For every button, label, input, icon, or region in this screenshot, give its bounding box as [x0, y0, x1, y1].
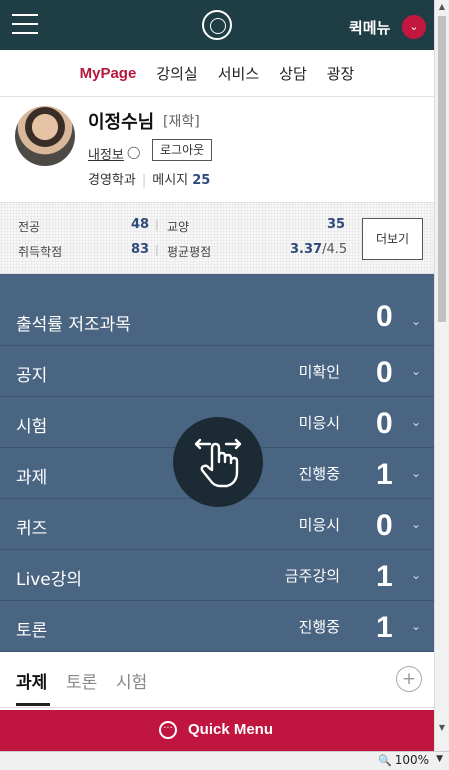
nav-item-services[interactable]: 서비스 — [218, 63, 259, 84]
scrollbar-thumb[interactable] — [438, 16, 446, 322]
my-info-link[interactable]: 내정보 — [88, 144, 124, 163]
stat-label: 과제 — [16, 468, 48, 488]
liberal-label: 교양 — [167, 220, 190, 234]
stat-count: 1 — [376, 611, 393, 644]
stat-count: 1 — [376, 458, 393, 491]
person-icon: ◯ — [127, 145, 141, 159]
logout-button[interactable]: 로그아웃 — [152, 139, 213, 161]
nav-item-mypage[interactable]: MyPage — [80, 65, 137, 82]
university-logo-icon[interactable] — [202, 10, 232, 40]
chevron-down-icon: ⌄ — [411, 364, 422, 378]
stat-label: 시험 — [16, 417, 48, 437]
tab-exam[interactable]: 시험 — [116, 668, 147, 693]
message-label[interactable]: 메시지 — [152, 173, 188, 188]
stat-status: 미응시 — [298, 516, 340, 534]
tab-discussion[interactable]: 토론 — [66, 668, 97, 693]
vertical-scrollbar[interactable]: ▲ ▼ — [434, 0, 449, 751]
nav-item-plaza[interactable]: 광장 — [327, 63, 355, 84]
hamburger-menu-icon[interactable] — [12, 14, 38, 34]
chevron-down-icon: ⌄ — [411, 619, 422, 633]
swipe-hand-icon — [173, 417, 263, 507]
stat-label: 출석률 저조과목 — [16, 315, 131, 335]
magnifier-icon: 🔍 — [377, 754, 392, 767]
major-label: 전공 — [18, 220, 41, 234]
more-dots-icon: ··· — [159, 721, 177, 739]
stat-row-discussion[interactable]: 토론 진행중 1 ⌄ — [0, 601, 434, 652]
stat-label: Live강의 — [16, 570, 82, 590]
divider: | — [155, 243, 159, 256]
zoom-level[interactable]: 🔍 100% — [378, 753, 429, 767]
stat-label: 토론 — [16, 621, 48, 641]
stat-row-live-lecture[interactable]: Live강의 금주강의 1 ⌄ — [0, 550, 434, 601]
divider: | — [141, 173, 147, 188]
liberal-value: 35 — [327, 217, 346, 232]
grade-summary: 전공 48 | 교양 35 취득학점 83 | 평균평점 3.37/4.5 더보… — [0, 203, 434, 274]
stat-row-low-attendance[interactable]: 출석률 저조과목 0 ⌄ — [0, 274, 434, 346]
gpa-number: 3.37 — [290, 242, 323, 257]
avatar — [15, 106, 75, 166]
main-nav: MyPage 강의실 서비스 상담 광장 — [0, 50, 434, 97]
department-line: 경영학과 | 메시지 25 — [88, 169, 210, 188]
scroll-down-icon[interactable]: ▼ — [435, 721, 449, 735]
stat-count: 1 — [376, 560, 393, 593]
more-button[interactable]: 더보기 — [362, 218, 423, 260]
chevron-down-icon[interactable]: ⌄ — [402, 15, 426, 39]
stat-count: 0 — [376, 356, 393, 389]
stat-count: 0 — [376, 300, 393, 333]
quick-menu-bar[interactable]: ··· Quick Menu — [0, 710, 434, 751]
stat-label: 공지 — [16, 366, 48, 386]
page-viewport: 퀵메뉴 ⌄ MyPage 강의실 서비스 상담 광장 이정수님 [재학] 내정보… — [0, 0, 434, 751]
stat-status: 진행중 — [298, 465, 340, 483]
browser-status-bar: 🔍 100% ▼ — [0, 751, 449, 770]
content-tabs: 과제 토론 시험 + — [0, 652, 434, 708]
stat-count: 0 — [376, 407, 393, 440]
top-header: 퀵메뉴 ⌄ — [0, 0, 434, 50]
gpa-value: 3.37/4.5 — [290, 242, 347, 257]
user-name: 이정수님 — [88, 112, 155, 133]
zoom-value: 100% — [394, 753, 429, 767]
stat-status: 미확인 — [298, 363, 340, 381]
quick-menu-label[interactable]: 퀵메뉴 — [349, 17, 390, 38]
divider: | — [155, 218, 159, 231]
chevron-down-icon: ⌄ — [411, 466, 422, 480]
nav-item-counseling[interactable]: 상담 — [279, 63, 307, 84]
profile-card: 이정수님 [재학] 내정보 ◯ 로그아웃 경영학과 | 메시지 25 — [0, 97, 434, 203]
gpa-label: 평균평점 — [167, 245, 212, 259]
scroll-up-icon[interactable]: ▲ — [435, 0, 449, 14]
credits-value: 83 — [131, 242, 150, 257]
gpa-max: /4.5 — [322, 242, 348, 257]
stat-status: 미응시 — [298, 414, 340, 432]
active-tab-indicator — [16, 703, 50, 706]
major-value: 48 — [131, 217, 150, 232]
stat-status: 진행중 — [298, 618, 340, 636]
quick-menu-bar-label: Quick Menu — [188, 721, 274, 738]
dropdown-arrow-icon[interactable]: ▼ — [436, 754, 443, 764]
stat-row-notice[interactable]: 공지 미확인 0 ⌄ — [0, 346, 434, 397]
department-name: 경영학과 — [88, 173, 136, 188]
chevron-down-icon: ⌄ — [411, 568, 422, 582]
enrollment-status: [재학] — [163, 114, 200, 130]
nav-item-classroom[interactable]: 강의실 — [156, 63, 197, 84]
chevron-down-icon: ⌄ — [411, 415, 422, 429]
credits-label: 취득학점 — [18, 245, 63, 259]
chevron-down-icon: ⌄ — [411, 517, 422, 531]
message-count[interactable]: 25 — [192, 173, 210, 188]
chevron-down-icon: ⌄ — [411, 314, 422, 328]
stat-status: 금주강의 — [284, 567, 340, 585]
add-icon[interactable]: + — [396, 666, 422, 692]
stat-count: 0 — [376, 509, 393, 542]
stat-label: 퀴즈 — [16, 519, 48, 539]
tab-assignment[interactable]: 과제 — [16, 668, 47, 693]
